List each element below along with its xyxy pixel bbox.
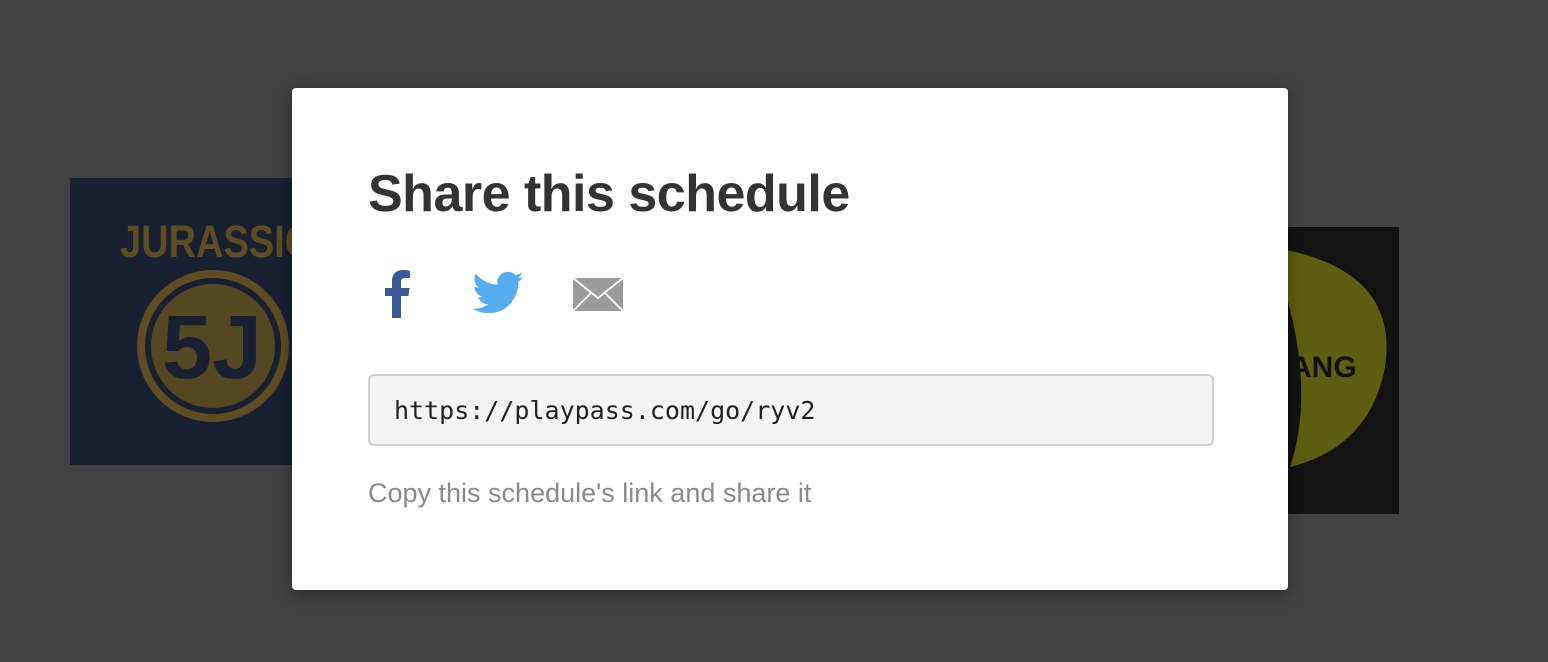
share-link-field[interactable] [368, 374, 1214, 446]
twitter-icon [472, 271, 524, 314]
share-hint-text: Copy this schedule's link and share it [368, 478, 812, 508]
artist-image-jurassic-5: JURASSIC 5 5J [70, 178, 330, 465]
share-twitter-button[interactable] [468, 266, 528, 322]
share-email-button[interactable] [568, 266, 628, 322]
share-modal: Share this schedule Copy this schedule's… [292, 88, 1288, 590]
facebook-icon [385, 270, 410, 318]
modal-title: Share this schedule [368, 165, 850, 223]
share-buttons [368, 266, 668, 322]
share-facebook-button[interactable] [368, 266, 428, 322]
email-icon [572, 277, 624, 312]
